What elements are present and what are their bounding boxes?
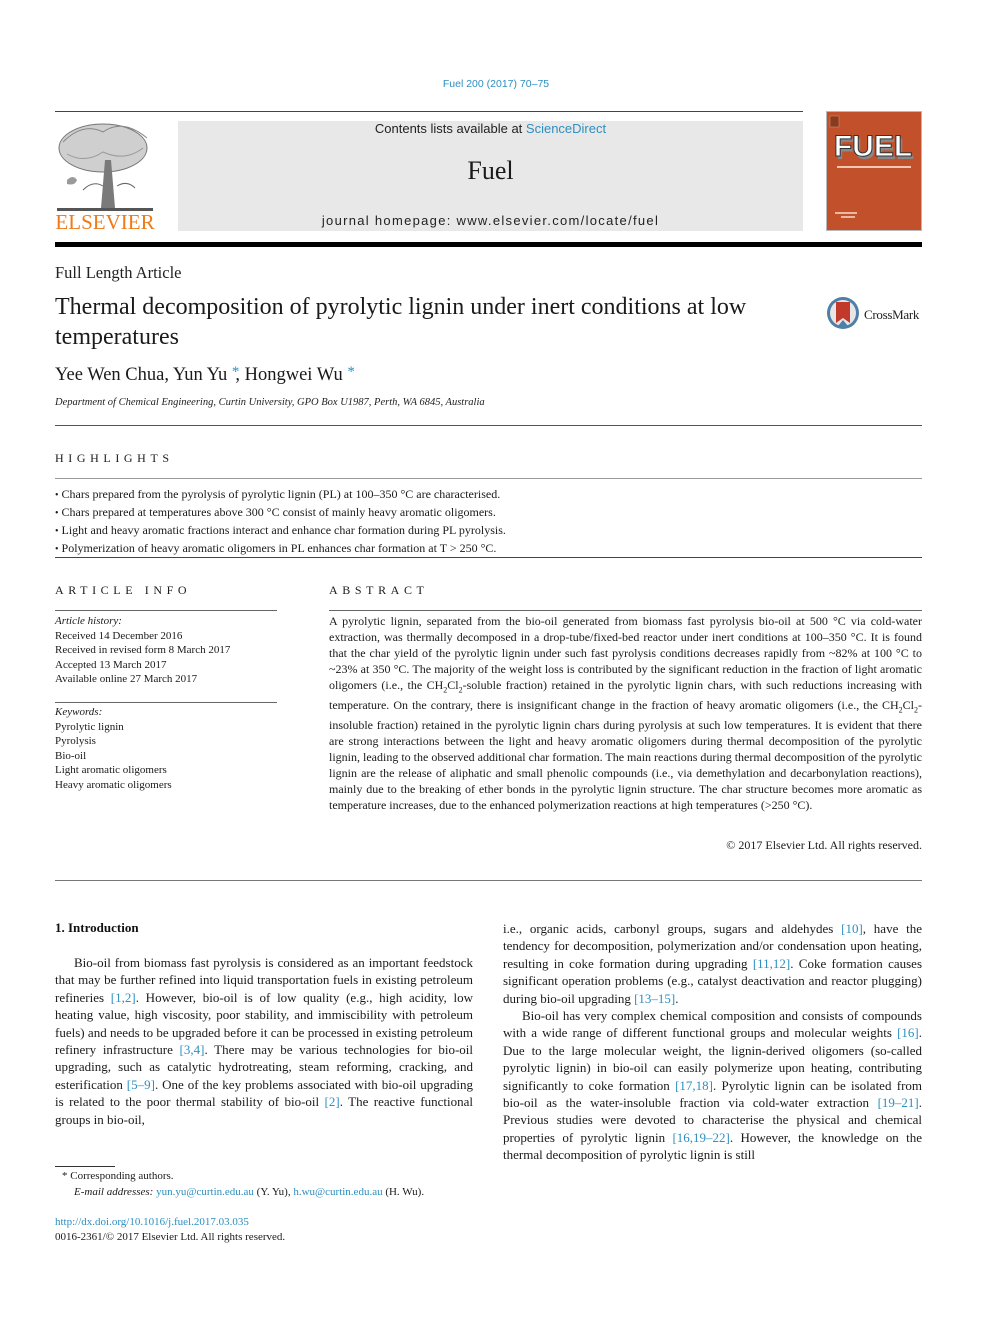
email-owner: (Y. Yu),: [253, 1186, 294, 1198]
citation-link[interactable]: [16]: [897, 1025, 919, 1040]
divider: [55, 880, 922, 881]
footnote-corresponding: * Corresponding authors.: [62, 1170, 174, 1182]
email-link[interactable]: yun.yu@curtin.edu.au: [156, 1186, 254, 1198]
footnote-mark: *: [62, 1170, 68, 1182]
abstract-segment: Cl: [447, 677, 459, 692]
header-bottom-rule: [55, 242, 922, 247]
article-history: Article history: Received 14 December 20…: [55, 614, 277, 687]
abstract-copyright: © 2017 Elsevier Ltd. All rights reserved…: [726, 838, 922, 852]
keyword-item: Pyrolytic lignin: [55, 720, 124, 733]
keyword-item: Heavy aromatic oligomers: [55, 778, 172, 791]
divider: [329, 610, 922, 611]
highlight-item: Chars prepared from the pyrolysis of pyr…: [55, 486, 915, 504]
history-item: Received in revised form 8 March 2017: [55, 644, 231, 656]
elsevier-wordmark: ELSEVIER: [55, 210, 155, 234]
citation-link[interactable]: [13–15]: [634, 991, 675, 1006]
history-item: Accepted 13 March 2017: [55, 658, 167, 671]
keyword-item: Bio-oil: [55, 749, 87, 762]
journal-citation-link[interactable]: Fuel 200 (2017) 70–75: [0, 78, 992, 90]
history-item: Available online 27 March 2017: [55, 673, 198, 685]
paragraph: Bio-oil has very complex chemical compos…: [503, 1007, 922, 1164]
affiliation: Department of Chemical Engineering, Curt…: [55, 397, 485, 408]
citation-link[interactable]: [5–9]: [127, 1077, 155, 1092]
author-separator: ,: [235, 365, 245, 385]
author-name[interactable]: Yun Yu: [173, 365, 227, 385]
highlight-item: Polymerization of heavy aromatic oligome…: [55, 540, 915, 558]
divider: [55, 425, 922, 426]
body-column-right: i.e., organic acids, carbonyl groups, su…: [503, 920, 922, 1164]
sciencedirect-link[interactable]: ScienceDirect: [526, 121, 606, 136]
doi-link[interactable]: http://dx.doi.org/10.1016/j.fuel.2017.03…: [55, 1216, 249, 1228]
paragraph: i.e., organic acids, carbonyl groups, su…: [503, 920, 922, 1007]
cover-title: FUEL: [834, 130, 912, 163]
journal-cover-image: FUEL FUEL: [826, 111, 922, 231]
body-column-left: Bio-oil from biomass fast pyrolysis is c…: [55, 954, 473, 1128]
email-owner: (H. Wu).: [382, 1186, 425, 1198]
crossmark-button[interactable]: CrossMark: [826, 296, 926, 335]
footnote-emails: E-mail addresses: yun.yu@curtin.edu.au (…: [74, 1186, 424, 1198]
footnote-text: Corresponding authors.: [70, 1170, 174, 1182]
issn-copyright: 0016-2361/© 2017 Elsevier Ltd. All right…: [55, 1231, 286, 1243]
citation-link[interactable]: [17,18]: [675, 1078, 713, 1093]
citation-link[interactable]: [11,12]: [753, 956, 790, 971]
citation-link[interactable]: [3,4]: [180, 1042, 205, 1057]
contents-prefix: Contents lists available at: [374, 121, 526, 136]
highlight-item: Chars prepared at temperatures above 300…: [55, 504, 915, 522]
citation-link[interactable]: [16,19–22]: [672, 1130, 729, 1145]
highlights-list: Chars prepared from the pyrolysis of pyr…: [55, 486, 915, 558]
citation-link[interactable]: [10]: [841, 921, 863, 936]
text: Bio-oil has very complex chemical compos…: [503, 1008, 922, 1041]
citation-link[interactable]: [1,2]: [111, 990, 136, 1005]
divider: [55, 702, 277, 703]
email-link[interactable]: h.wu@curtin.edu.au: [293, 1186, 382, 1198]
highlights-heading: HIGHLIGHTS: [55, 451, 174, 465]
journal-name: Fuel: [467, 156, 514, 185]
history-label: Article history:: [55, 615, 122, 627]
history-item: Received 14 December 2016: [55, 629, 183, 642]
keywords: Keywords: Pyrolytic lignin Pyrolysis Bio…: [55, 705, 277, 792]
keywords-label: Keywords:: [55, 706, 103, 718]
abstract-segment: Cl: [902, 697, 914, 712]
article-info-heading: ARTICLE INFO: [55, 583, 192, 597]
citation-link[interactable]: [2]: [325, 1094, 340, 1109]
highlight-item: Light and heavy aromatic fractions inter…: [55, 522, 915, 540]
author-name[interactable]: Hongwei Wu: [245, 365, 343, 385]
citation-link[interactable]: [19–21]: [878, 1095, 919, 1110]
journal-homepage-link[interactable]: journal homepage: www.elsevier.com/locat…: [178, 213, 803, 228]
author-name[interactable]: Yee Wen Chua: [55, 365, 164, 385]
crossmark-label: CrossMark: [864, 307, 920, 322]
corresponding-author-mark[interactable]: *: [347, 364, 355, 380]
crossmark-icon: [826, 296, 860, 335]
author-separator: ,: [164, 365, 173, 385]
contents-line: Contents lists available at ScienceDirec…: [178, 121, 803, 136]
header-top-rule: [55, 111, 803, 112]
author-list: Yee Wen Chua, Yun Yu *, Hongwei Wu *: [55, 364, 355, 386]
abstract-text: A pyrolytic lignin, separated from the b…: [329, 614, 922, 814]
article-type: Full Length Article: [55, 263, 182, 282]
abstract-heading: ABSTRACT: [329, 583, 429, 597]
email-label: E-mail addresses:: [74, 1186, 154, 1198]
divider: [55, 557, 922, 558]
divider: [55, 610, 277, 611]
footnote-rule: [55, 1166, 115, 1167]
keyword-item: Pyrolysis: [55, 735, 96, 747]
paragraph: Bio-oil from biomass fast pyrolysis is c…: [55, 954, 473, 1128]
keyword-item: Light aromatic oligomers: [55, 764, 167, 776]
divider: [55, 478, 922, 479]
text: i.e., organic acids, carbonyl groups, su…: [503, 921, 842, 936]
section-heading-introduction: 1. Introduction: [55, 920, 139, 935]
text: .: [675, 990, 679, 1006]
article-title: Thermal decomposition of pyrolytic ligni…: [55, 294, 747, 350]
abstract-segment: -insoluble fraction) retained in the pyr…: [329, 697, 922, 812]
